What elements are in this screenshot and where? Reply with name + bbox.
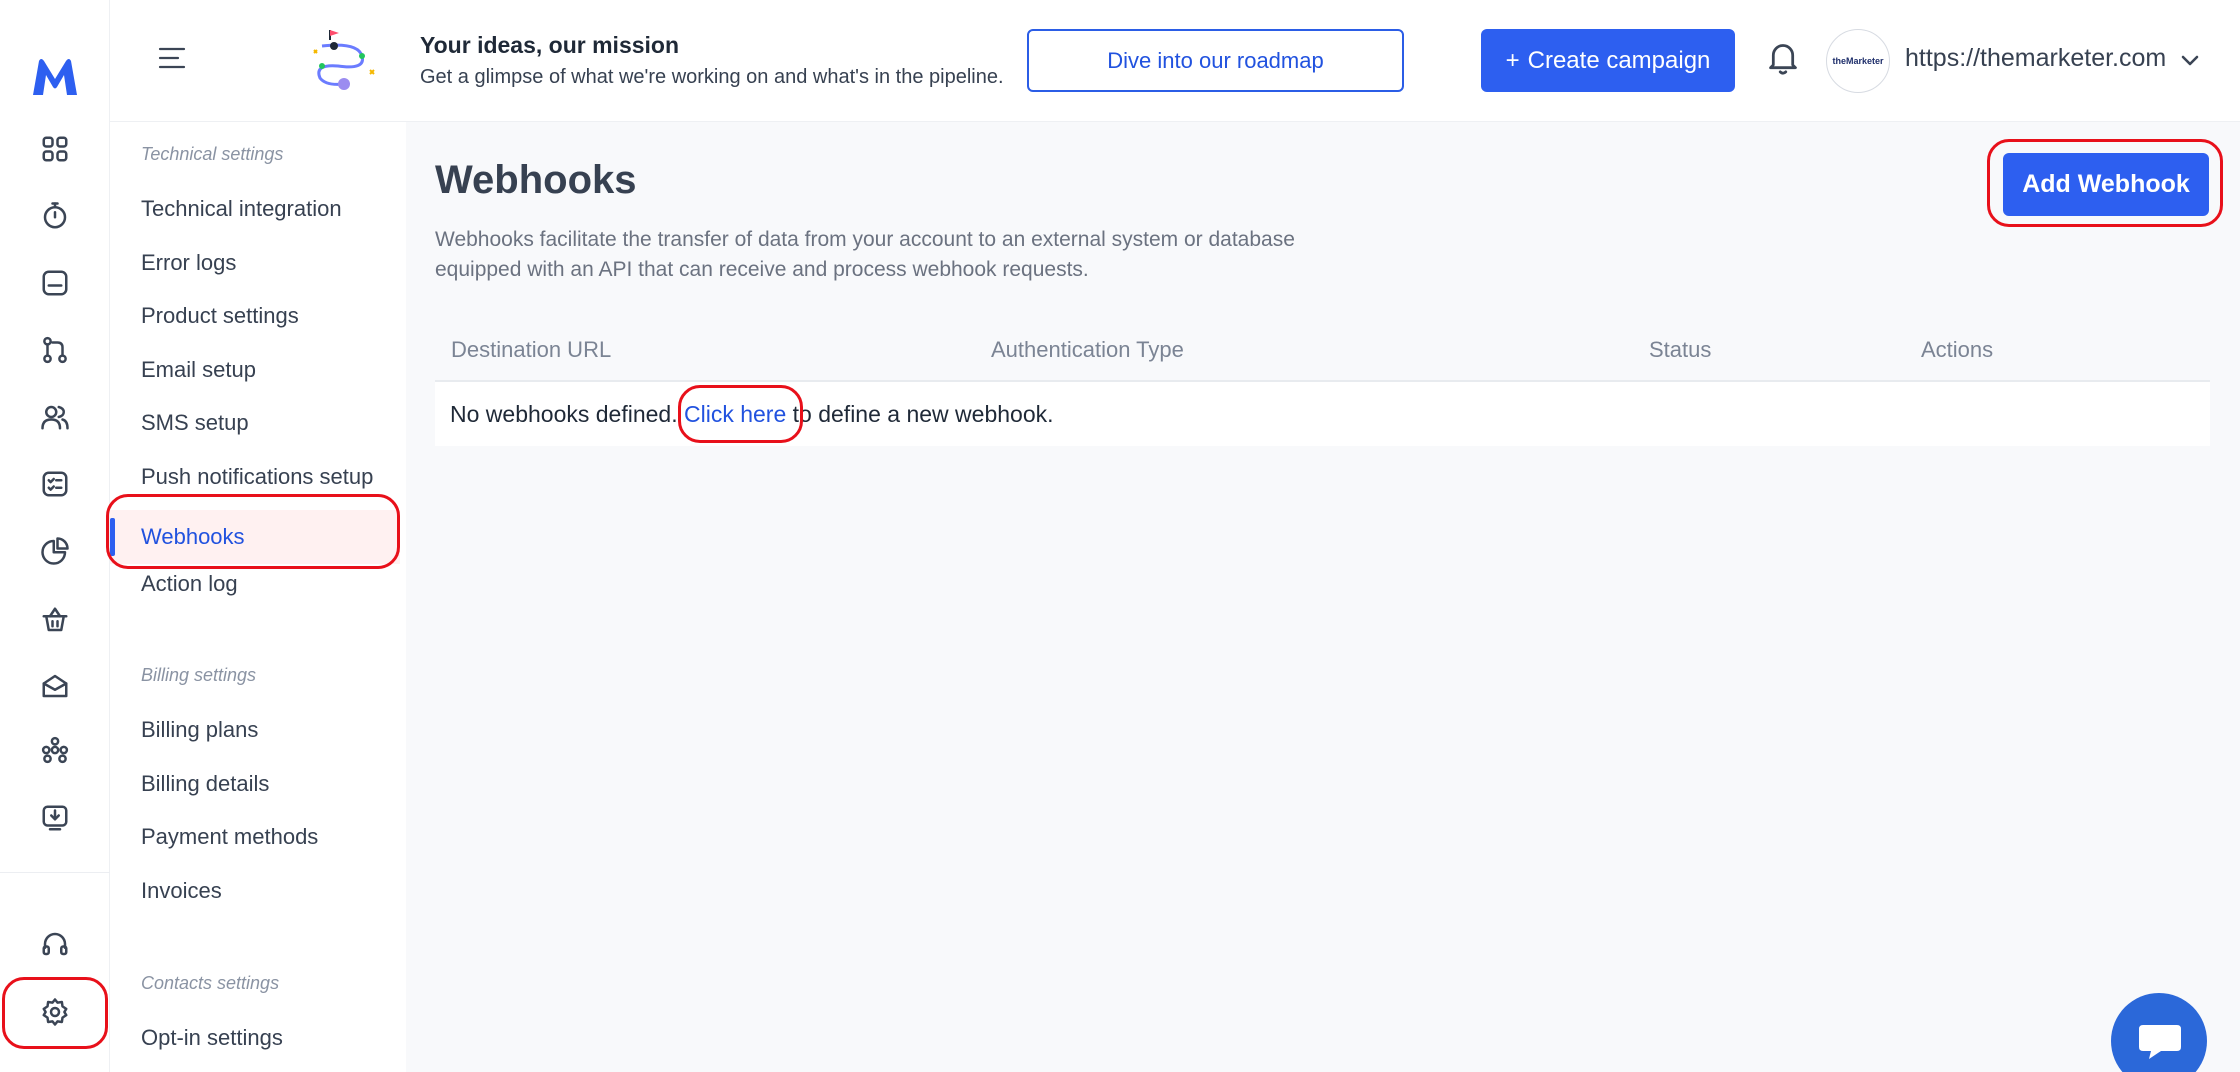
settings-sidebar: Technical settings Technical integration… [110,122,406,1072]
add-webhook-button[interactable]: Add Webhook [2003,153,2209,216]
sidebar-item-action-log[interactable]: Action log [141,571,238,597]
sidebar-item-opt-in-settings[interactable]: Opt-in settings [141,1025,283,1051]
sidebar-group-technical: Technical settings [141,144,284,164]
segments-icon[interactable] [38,733,72,767]
contacts-icon[interactable] [38,400,72,434]
column-header-authentication-type: Authentication Type [991,337,1184,362]
sidebar-item-label: Webhooks [141,524,245,549]
sidebar-item-payment-methods[interactable]: Payment methods [141,824,318,850]
sidebar-item-push-notifications[interactable]: Push notifications setup [141,464,373,490]
sidebar-item-sms-setup[interactable]: SMS setup [141,410,249,436]
column-header-actions: Actions [1921,337,1994,362]
logo-icon[interactable] [29,55,81,99]
create-campaign-button[interactable]: + Create campaign [1481,29,1735,92]
top-header: Your ideas, our mission Get a glimpse of… [110,0,2240,122]
inbox-icon[interactable] [38,266,72,300]
promo-subtitle: Get a glimpse of what we're working on a… [420,66,1004,88]
table-row: No webhooks defined. Click here to defin… [435,382,2210,446]
page-description: Webhooks facilitate the transfer of data… [435,228,1295,281]
click-here-link[interactable]: Click here [684,401,786,427]
workflow-icon[interactable] [38,333,72,367]
sidebar-item-webhooks[interactable]: Webhooks [110,510,400,564]
download-icon[interactable] [38,801,72,835]
menu-toggle-icon[interactable] [156,42,188,74]
sidebar-group-billing: Billing settings [141,665,257,685]
bell-icon[interactable] [1766,40,1802,76]
sidebar-item-technical-integration[interactable]: Technical integration [141,196,342,222]
sidebar-item-invoices[interactable]: Invoices [141,878,222,904]
headset-icon[interactable] [38,927,72,961]
avatar-logo-text: theMarketer [1832,56,1884,66]
empty-state-message: No webhooks defined. Click here to defin… [450,401,1054,427]
sidebar-item-error-logs[interactable]: Error logs [141,250,236,276]
dashboard-icon[interactable] [38,132,72,166]
rail-divider [0,872,110,873]
chat-widget-button[interactable] [2111,993,2207,1072]
column-header-status: Status [1649,337,1712,362]
chat-bubble-icon [2139,1025,2181,1059]
email-icon[interactable] [38,669,72,703]
tasks-icon[interactable] [38,467,72,501]
sidebar-group-contacts: Contacts settings [141,973,280,993]
sidebar-item-billing-details[interactable]: Billing details [141,771,269,797]
reports-icon[interactable] [38,534,72,568]
basket-icon[interactable] [38,603,72,637]
roadmap-illustration-icon [308,26,380,94]
gear-icon[interactable] [38,995,72,1029]
page-title: Webhooks [435,158,637,202]
sidebar-item-billing-plans[interactable]: Billing plans [141,717,258,743]
roadmap-button[interactable]: Dive into our roadmap [1027,29,1404,92]
icon-rail [0,0,110,1072]
account-avatar[interactable]: theMarketer [1826,29,1890,93]
sidebar-item-product-settings[interactable]: Product settings [141,303,299,329]
stopwatch-icon[interactable] [38,199,72,233]
create-campaign-label: Create campaign [1527,46,1711,74]
chevron-down-icon[interactable] [2178,48,2202,72]
promo-title: Your ideas, our mission [420,32,680,58]
plus-icon: + [1505,46,1520,74]
sidebar-item-email-setup[interactable]: Email setup [141,357,256,383]
active-indicator [110,518,115,556]
account-domain[interactable]: https://themarketer.com [1905,44,2166,73]
column-header-destination-url: Destination URL [451,337,612,362]
